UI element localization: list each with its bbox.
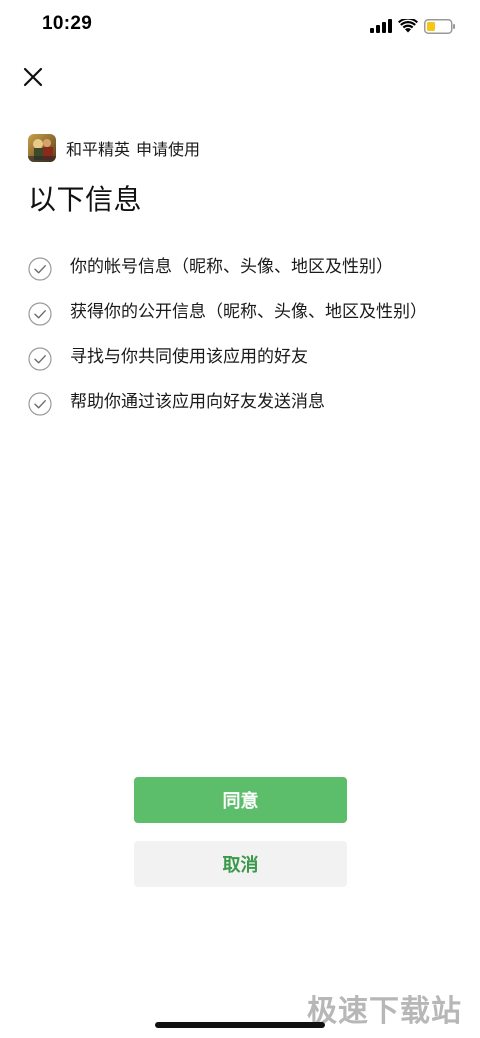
permission-item: 获得你的公开信息（昵称、头像、地区及性别） xyxy=(28,299,448,326)
wifi-icon xyxy=(398,19,418,33)
status-bar: 10:29 xyxy=(0,0,480,52)
page-title: 以下信息 xyxy=(28,183,143,216)
request-text: 申请使用 xyxy=(136,140,201,159)
permission-list: 你的帐号信息（昵称、头像、地区及性别） 获得你的公开信息（昵称、头像、地区及性别… xyxy=(28,254,448,416)
cancel-button[interactable]: 取消 xyxy=(134,841,347,887)
permission-item: 帮助你通过该应用向好友发送消息 xyxy=(28,389,448,416)
permission-item: 你的帐号信息（昵称、头像、地区及性别） xyxy=(28,254,448,281)
app-name: 和平精英 xyxy=(66,140,131,159)
permission-text: 寻找与你共同使用该应用的好友 xyxy=(70,347,308,367)
game-logo-icon xyxy=(28,134,56,162)
close-button[interactable] xyxy=(18,62,48,92)
close-icon xyxy=(23,67,43,87)
check-circle-icon xyxy=(28,257,52,281)
home-indicator xyxy=(155,1022,325,1028)
status-icons xyxy=(370,16,456,36)
check-circle-icon xyxy=(28,392,52,416)
permission-text: 你的帐号信息（昵称、头像、地区及性别） xyxy=(70,257,393,277)
battery-icon xyxy=(424,18,455,34)
agree-button[interactable]: 同意 xyxy=(134,777,347,823)
app-avatar xyxy=(28,134,56,162)
app-request-row: 和平精英 申请使用 xyxy=(28,134,200,162)
permission-text: 帮助你通过该应用向好友发送消息 xyxy=(70,392,325,412)
watermark: 极速下载站 xyxy=(307,994,462,1029)
status-time: 10:29 xyxy=(42,13,93,34)
check-circle-icon xyxy=(28,302,52,326)
permission-item: 寻找与你共同使用该应用的好友 xyxy=(28,344,448,371)
signal-icon xyxy=(370,19,392,33)
permission-text: 获得你的公开信息（昵称、头像、地区及性别） xyxy=(70,302,427,322)
check-circle-icon xyxy=(28,347,52,371)
